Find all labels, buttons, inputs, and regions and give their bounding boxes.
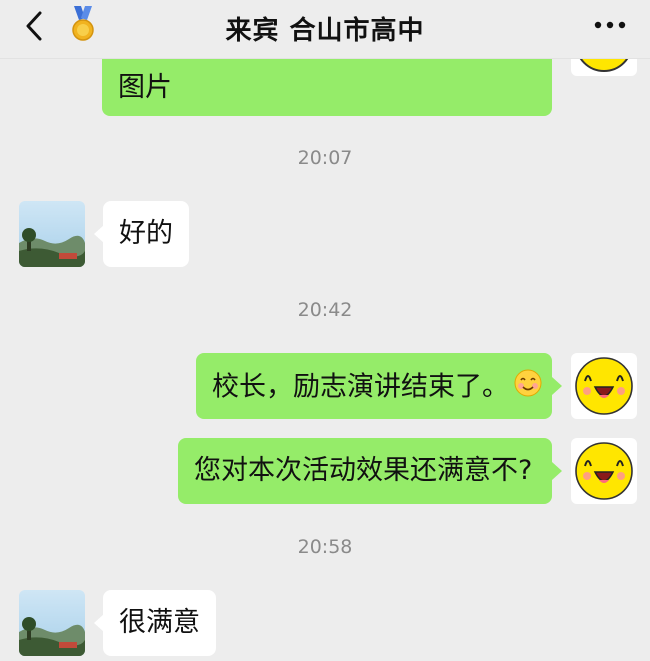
timestamp: 20:58 [297,536,353,558]
message-bubble-sent[interactable]: 您对本次活动效果还满意不? [178,438,552,504]
message-text: 很满意 [119,607,200,638]
message-bubble-sent[interactable]: 校长，励志演讲结束了。 [196,353,552,419]
avatar-contact[interactable] [19,201,85,267]
timestamp: 20:07 [297,147,353,169]
message-bubble-received[interactable]: 很满意 [103,590,216,656]
chat-header: 来宾 合山市高中 [0,0,650,59]
avatar-contact[interactable] [19,590,85,656]
message-text: 您对本次活动效果还满意不? [194,455,533,486]
avatar-self[interactable] [571,438,637,504]
message-text: 好的 [119,218,173,249]
message-bubble-received[interactable]: 好的 [103,201,189,267]
bubble-tail [552,462,562,480]
timestamp: 20:42 [297,299,353,321]
avatar-self[interactable] [571,353,637,419]
chat-screen: 来宾 合山市高中 图片 20:07 好的 20:42 校长，励志演讲结束了。 您… [0,0,650,661]
bubble-tail [552,377,562,395]
smile-emoji-icon [513,368,543,408]
message-text: 校长，励志演讲结束了。 [212,371,509,403]
message-text: 图片 [118,72,172,103]
chat-title: 来宾 合山市高中 [225,16,425,46]
more-dots-icon[interactable] [590,10,630,40]
